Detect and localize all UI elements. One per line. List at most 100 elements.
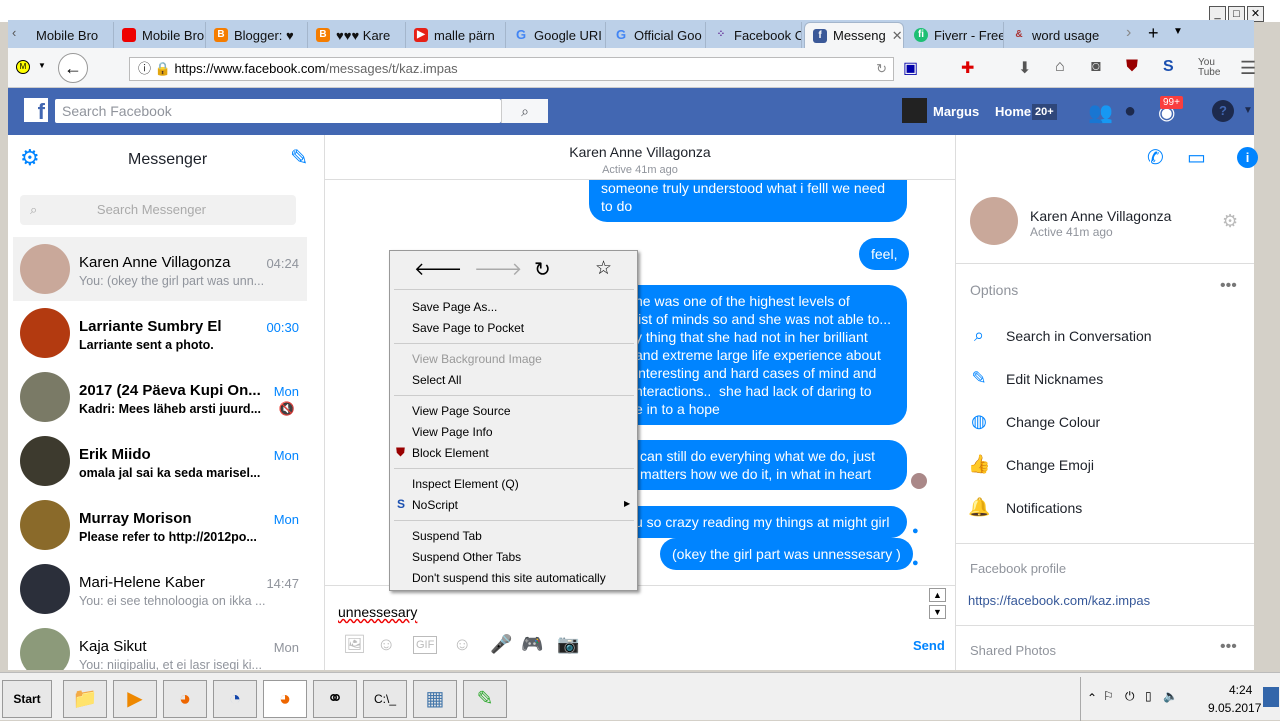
menu-item-save-to-pocket[interactable]: Save Page to Pocket	[412, 321, 524, 335]
search-in-conversation[interactable]: ⌕ Search in Conversation	[968, 325, 1152, 346]
forward-icon[interactable]: 🡒	[474, 259, 522, 280]
conversation-item[interactable]: Kaja Sikut Mon You: niigipaliu, et ei lasr…	[13, 621, 307, 670]
media-player-icon[interactable]: ▶	[113, 680, 157, 718]
command-prompt-icon[interactable]: C:\_	[363, 680, 407, 718]
calculator-icon[interactable]: ▦	[413, 680, 457, 718]
close-tab-icon[interactable]: ✕	[892, 28, 903, 44]
gif-icon[interactable]: GIF	[413, 636, 438, 654]
menu-icon[interactable]: ☰	[1240, 58, 1256, 79]
more-icon[interactable]: •••	[1220, 638, 1237, 656]
message-input[interactable]: unnessesary	[338, 604, 417, 620]
conversation-item[interactable]: Mari-Helene Kaber 14:47 You: ei see tehnol…	[13, 557, 307, 621]
flag-icon[interactable]: ⚐	[1103, 689, 1114, 703]
addon-m-icon[interactable]: M	[16, 60, 30, 74]
first-aid-icon[interactable]: ✚	[961, 58, 974, 78]
tab[interactable]: B ♥♥♥ Kare	[308, 22, 406, 48]
menu-item-view-page-source[interactable]: View Page Source	[412, 404, 511, 418]
sticker-icon[interactable]: ☺	[377, 634, 395, 655]
friends-icon[interactable]: 👥	[1088, 100, 1113, 125]
menu-item-noscript[interactable]: NoScript	[412, 498, 458, 512]
tab[interactable]: & word usage	[1004, 22, 1114, 48]
firefox-active-icon[interactable]: ◕	[263, 680, 307, 718]
tab[interactable]: Mobile Bro	[28, 22, 114, 48]
volume-icon[interactable]: 🔈	[1163, 689, 1178, 703]
menu-item-inspect-element[interactable]: Inspect Element (Q)	[412, 477, 519, 491]
scroll-tabs-left-icon[interactable]: ‹	[12, 25, 16, 40]
search-facebook-input[interactable]: Search Facebook ⌕	[55, 99, 548, 123]
network-tray-icon[interactable]: ▯	[1145, 689, 1152, 703]
new-tab-icon[interactable]: +	[1148, 23, 1159, 44]
menu-item-block-element[interactable]: Block Element	[412, 446, 489, 460]
game-icon[interactable]: 🎮	[521, 634, 543, 655]
tab-messenger-active[interactable]: f Messeng ✕	[804, 22, 904, 48]
profile-link[interactable]: Margus	[933, 104, 979, 119]
scroll-tabs-right-icon[interactable]: ›	[1126, 24, 1131, 42]
back-button[interactable]: ←	[58, 53, 88, 83]
photo-icon[interactable]: 🖼	[343, 634, 366, 655]
clock-date[interactable]: 9.05.2017	[1208, 701, 1261, 715]
info-icon[interactable]: i	[1237, 147, 1258, 168]
tab[interactable]: ⁘ Facebook C	[706, 22, 802, 48]
help-icon[interactable]: ?	[1212, 100, 1234, 122]
tab[interactable]: G Official Goo	[606, 22, 706, 48]
menu-item-select-all[interactable]: Select All	[412, 373, 461, 387]
show-desktop-button[interactable]	[1263, 687, 1279, 707]
dropdown-icon[interactable]: ▼	[38, 61, 46, 70]
messenger-icon[interactable]: ●	[1124, 100, 1136, 123]
home-icon[interactable]: ⌂	[1055, 58, 1065, 76]
info-icon[interactable]: ⓘ	[138, 61, 151, 76]
reload-icon[interactable]: ↻	[876, 58, 887, 80]
notifications[interactable]: 🔔 Notifications	[968, 497, 1082, 518]
menu-item-suspend-other-tabs[interactable]: Suspend Other Tabs	[412, 550, 521, 564]
browser-icon[interactable]: ◔	[213, 680, 257, 718]
clock-time[interactable]: 4:24	[1229, 683, 1252, 697]
firefox-icon[interactable]: ◕	[163, 680, 207, 718]
more-icon[interactable]: •••	[1220, 277, 1237, 295]
menu-item-save-page-as[interactable]: Save Page As...	[412, 300, 497, 314]
tab[interactable]: ▶ malle pärn	[406, 22, 506, 48]
conversation-item[interactable]: Erik Miido Mon omala jal sai ka seda maris…	[13, 429, 307, 493]
network-icon[interactable]: ⚭	[313, 680, 357, 718]
tab[interactable]: fi Fiverr - Free	[906, 22, 1004, 48]
search-icon[interactable]: ⌕	[501, 99, 548, 123]
youtube-icon[interactable]: You Tube	[1198, 58, 1220, 78]
noscript-icon[interactable]: S	[1163, 58, 1174, 76]
change-emoji[interactable]: 👍 Change Emoji	[968, 454, 1094, 475]
home-link[interactable]: Home	[995, 104, 1031, 119]
account-menu-icon[interactable]: ▼	[1243, 105, 1253, 116]
settings-gear-icon[interactable]: ⚙	[1222, 211, 1238, 232]
pocket-icon[interactable]: ◙	[1091, 58, 1101, 76]
video-call-icon[interactable]: ▭	[1187, 145, 1206, 170]
facebook-logo[interactable]: f	[24, 98, 48, 124]
conversation-item[interactable]: Murray Morison Mon Please refer to http://…	[13, 493, 307, 557]
download-icon[interactable]: ⬇	[1018, 58, 1031, 78]
back-icon[interactable]: 🡐	[414, 259, 462, 280]
menu-item-view-background-image[interactable]: View Background Image	[412, 352, 542, 366]
conversation-item[interactable]: Larriante Sumbry El 00:30 Larriante sent a…	[13, 301, 307, 365]
search-messenger-input[interactable]: ⌕ Search Messenger	[20, 195, 296, 225]
explorer-icon[interactable]: 📁	[63, 680, 107, 718]
send-button[interactable]: Send	[913, 638, 945, 653]
save-icon[interactable]: ▣	[903, 58, 918, 78]
change-colour[interactable]: ◍ Change Colour	[968, 411, 1100, 432]
camera-icon[interactable]: 📷	[557, 634, 579, 655]
tab-list-icon[interactable]: ▼	[1173, 26, 1183, 37]
bookmark-star-icon[interactable]: ☆	[595, 257, 612, 280]
notepad-icon[interactable]: ✎	[463, 680, 507, 718]
conversation-item[interactable]: 2017 (24 Päeva Kupi On... Mon Kadri: Mees …	[13, 365, 307, 429]
conversation-item[interactable]: Karen Anne Villagonza 04:24 You: (okey the…	[13, 237, 307, 301]
call-icon[interactable]: ✆	[1147, 145, 1164, 170]
scroll-up-button[interactable]: ▲	[929, 588, 946, 602]
show-hidden-icons[interactable]: ⌃	[1087, 691, 1097, 705]
tab[interactable]: G Google URI	[506, 22, 606, 48]
reload-icon[interactable]: ↻	[534, 257, 551, 282]
settings-gear-icon[interactable]: ⚙	[20, 145, 40, 171]
menu-item-view-page-info[interactable]: View Page Info	[412, 425, 493, 439]
tab[interactable]: B Blogger: ♥	[206, 22, 308, 48]
avatar[interactable]	[902, 98, 927, 123]
profile-link[interactable]: https://facebook.com/kaz.impas	[968, 593, 1150, 608]
edit-nicknames[interactable]: ✎ Edit Nicknames	[968, 368, 1103, 389]
menu-item-dont-suspend-site[interactable]: Don't suspend this site automatically	[412, 571, 606, 585]
menu-item-suspend-tab[interactable]: Suspend Tab	[412, 529, 482, 543]
compose-icon[interactable]: ✎	[290, 145, 308, 171]
